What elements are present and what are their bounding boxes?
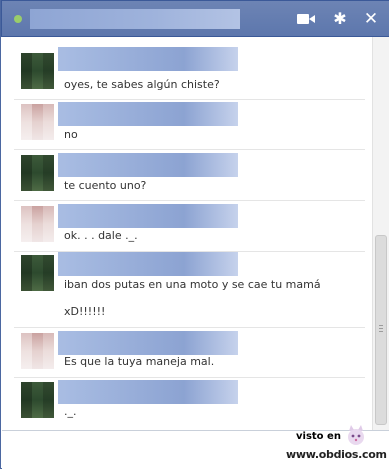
grip-line [379, 328, 383, 329]
message-item: Es que la tuya maneja mal. [2, 328, 373, 378]
contact-name-redacted[interactable] [30, 9, 240, 29]
sender-name-redacted[interactable] [58, 102, 238, 126]
sender-name-redacted[interactable] [58, 153, 238, 177]
message-item: ok. . . dale ._. [2, 201, 373, 252]
close-icon[interactable]: ✕ [361, 10, 381, 28]
grip-line [379, 331, 383, 332]
chat-titlebar[interactable]: ✱ ✕ [1, 0, 389, 37]
message-text: ok. . . dale ._. [64, 229, 138, 242]
message-item: iban dos putas en una moto y se cae tu m… [2, 252, 373, 328]
scrollbar-thumb[interactable] [375, 235, 387, 425]
avatar[interactable] [21, 255, 54, 291]
scrollbar[interactable] [372, 37, 389, 430]
avatar[interactable] [21, 155, 54, 191]
watermark-mascot-icon [348, 425, 364, 445]
avatar[interactable] [21, 382, 54, 418]
sender-name-redacted[interactable] [58, 331, 238, 355]
gear-icon[interactable]: ✱ [330, 10, 350, 28]
message-text: oyes, te sabes algún chiste? [64, 78, 220, 91]
sender-name-redacted[interactable] [58, 380, 238, 404]
avatar[interactable] [21, 53, 54, 89]
avatar[interactable] [21, 206, 54, 242]
message-text: te cuento uno? [64, 179, 147, 192]
grip-line [379, 325, 383, 326]
watermark-url: www.obdios.com [286, 448, 387, 461]
sender-name-redacted[interactable] [58, 252, 238, 276]
message-text-continuation: xD!!!!!! [64, 305, 106, 318]
message-item: ._. [2, 378, 373, 430]
chat-window: ✱ ✕ oyes, te sabes algún chiste? no te c… [0, 0, 389, 469]
video-icon[interactable] [296, 10, 316, 28]
site-watermark: visto en www.obdios.com [284, 424, 389, 469]
avatar[interactable] [21, 333, 54, 369]
watermark-label: visto en [296, 431, 341, 442]
sender-name-redacted[interactable] [58, 47, 238, 71]
message-item: te cuento uno? [2, 150, 373, 201]
message-text: ._. [64, 405, 77, 418]
message-text: iban dos putas en una moto y se cae tu m… [64, 278, 321, 291]
avatar[interactable] [21, 104, 54, 140]
message-item: oyes, te sabes algún chiste? [2, 37, 373, 100]
message-text: Es que la tuya maneja mal. [64, 355, 215, 368]
message-list[interactable]: oyes, te sabes algún chiste? no te cuent… [2, 37, 373, 430]
sender-name-redacted[interactable] [58, 204, 238, 228]
online-status-icon [14, 15, 22, 23]
message-item: no [2, 100, 373, 150]
message-text: no [64, 128, 78, 141]
